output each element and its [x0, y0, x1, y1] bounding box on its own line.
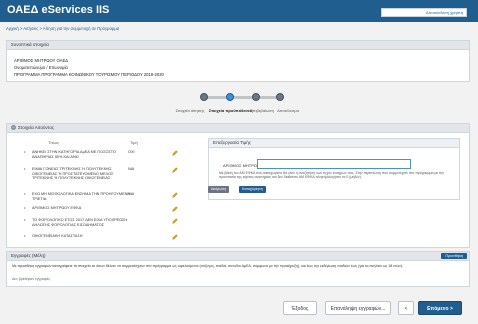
breadcrumb[interactable]: Αρχική > Αιτήσεις > Αίτηση για την συμμε… — [6, 26, 119, 31]
records-empty: Δεν βρέθηκαν εγγραφές. — [12, 277, 52, 281]
user-menu[interactable]: Αποσύνδεση χρήστη — [381, 8, 467, 17]
bullet-icon: • — [24, 166, 26, 171]
bullet-icon: • — [24, 233, 26, 238]
row-text: ΤΟ ΦΟΡΟΛΟΓΙΚΟ ΕΤΟΣ 2017 ΔΕΝ ΕΙΧΑ ΥΠΟΧΡΕΩ… — [32, 218, 128, 227]
step-dot-4 — [276, 93, 284, 101]
edit-pencil-icon[interactable] — [172, 150, 178, 156]
col-value: Τιμή — [130, 140, 138, 145]
steps-track — [204, 96, 278, 99]
step-label-2: Στοιχεία προϋπόθεσεις — [208, 108, 254, 113]
exit-button[interactable]: Έξοδος — [283, 301, 317, 315]
bullet-icon: • — [24, 191, 26, 196]
bullet-icon: • — [24, 217, 26, 222]
cancel-button[interactable]: Ακύρωση — [208, 186, 230, 193]
next-button[interactable]: Επόμενο > — [418, 301, 462, 315]
row-text: ΕΙΜΑΙ ΓΟΝΕΑΣ ΤΡΙΤΕΚΝΗΣ Ή ΠΟΛΥΤΕΚΝΗΣ ΟΙΚΟ… — [32, 167, 114, 181]
row-text: ΕΧΩ ΜΗ ΜΙΣΘΟΛΟΓΙΚΑ ΕΝΣΗΜΑ ΤΗΝ ΠΡΟΗΓΟΥΜΕΝ… — [32, 192, 131, 201]
criteria-header[interactable]: − Στοιχεία Αιτούντος — [7, 124, 469, 133]
step-dot-2 — [226, 93, 234, 101]
edit-pencil-icon[interactable] — [172, 192, 178, 198]
edit-value-panel: Επεξεργασία Τιμής ΑΡΙΘΜΟΣ ΜΗΤΡΩΟΥ ΕΦΚΑ Μ… — [208, 138, 460, 200]
app-title: ΟΑΕΔ eServices IIS — [7, 4, 110, 16]
records-description: Με προσθήκη εγγραφών καταγράφετε τα στοι… — [12, 264, 404, 268]
row-text: ΟΙΚΟΓΕΝΕΙΑΚΗ ΚΑΤΑΣΤΑΣΗ — [32, 234, 83, 238]
summary-program: ΠΡΟΓΡΑΜΜΑ ΠΡΟΓΡΑΜΜΑ ΚΟΙΝΩΝΙΚΟΥ ΤΟΥΡΙΣΜΟΥ… — [14, 72, 164, 77]
user-menu-label[interactable]: Αποσύνδεση χρήστη — [426, 10, 463, 15]
row-value: ΟΧΙ — [128, 150, 135, 154]
summary-name: Ονοματεπώνυμο / Επωνυμία — [14, 65, 68, 70]
confirm-button[interactable]: Καταχώρηση — [239, 186, 266, 193]
criteria-title: Στοιχεία Αιτούντος — [18, 125, 55, 130]
step-dot-1 — [200, 93, 208, 101]
edit-pencil-icon[interactable] — [172, 218, 178, 224]
row-value: ΝΑΙ — [128, 192, 135, 196]
row-text: ΑΡΙΘΜΟΣ ΜΗΤΡΩΟΥ ΕΦΚΑ — [32, 206, 82, 210]
edit-pencil-icon[interactable] — [172, 167, 178, 173]
summary-title: Συνοπτικά στοιχεία — [7, 41, 469, 50]
bullet-icon: • — [24, 205, 26, 210]
efka-input[interactable] — [257, 159, 411, 169]
records-title: Εγγραφές (Μέλη) — [7, 252, 469, 261]
edit-title: Επεξεργασία Τιμής — [209, 139, 459, 148]
app-header: ΟΑΕΔ eServices IIS Αποσύνδεση χρήστη — [0, 0, 478, 22]
add-record-button[interactable]: Προσθήκη — [441, 253, 467, 259]
previous-button[interactable]: < — [398, 301, 414, 315]
edit-pencil-icon[interactable] — [172, 234, 178, 240]
records-panel: Εγγραφές (Μέλη) Προσθήκη Με προσθήκη εγγ… — [6, 251, 470, 287]
bullet-icon: • — [24, 149, 26, 154]
retry-records-button[interactable]: Επανάληψη εγγραφών... — [325, 301, 391, 315]
edit-note: Με βάση τον ΑΜ ΕΦΚΑ που καταχωρείτε θα γ… — [219, 171, 445, 180]
step-label-4: Αποτέλεσμα — [277, 108, 299, 113]
step-dot-3 — [252, 93, 260, 101]
row-text: ΑΝΗΚΕΙ ΣΤΗΝ ΚΑΤΗΓΟΡΙΑ ΑμΕΑ ΜΕ ΠΟΣΟΣΤΟ ΑΝ… — [32, 150, 116, 159]
step-label-1: Στοιχεία αίτησης — [175, 108, 205, 113]
col-title: Τίτλος — [48, 140, 60, 145]
collapse-icon[interactable]: − — [11, 125, 16, 131]
row-value: ΝΑΙ — [128, 167, 135, 171]
step-label-3: Επιβεβαίωση — [250, 108, 274, 113]
summary-registration: ΑΡΙΘΜΟΣ ΜΗΤΡΩΟΥ ΟΑΕΔ — [14, 58, 69, 63]
edit-pencil-icon[interactable] — [172, 206, 178, 212]
